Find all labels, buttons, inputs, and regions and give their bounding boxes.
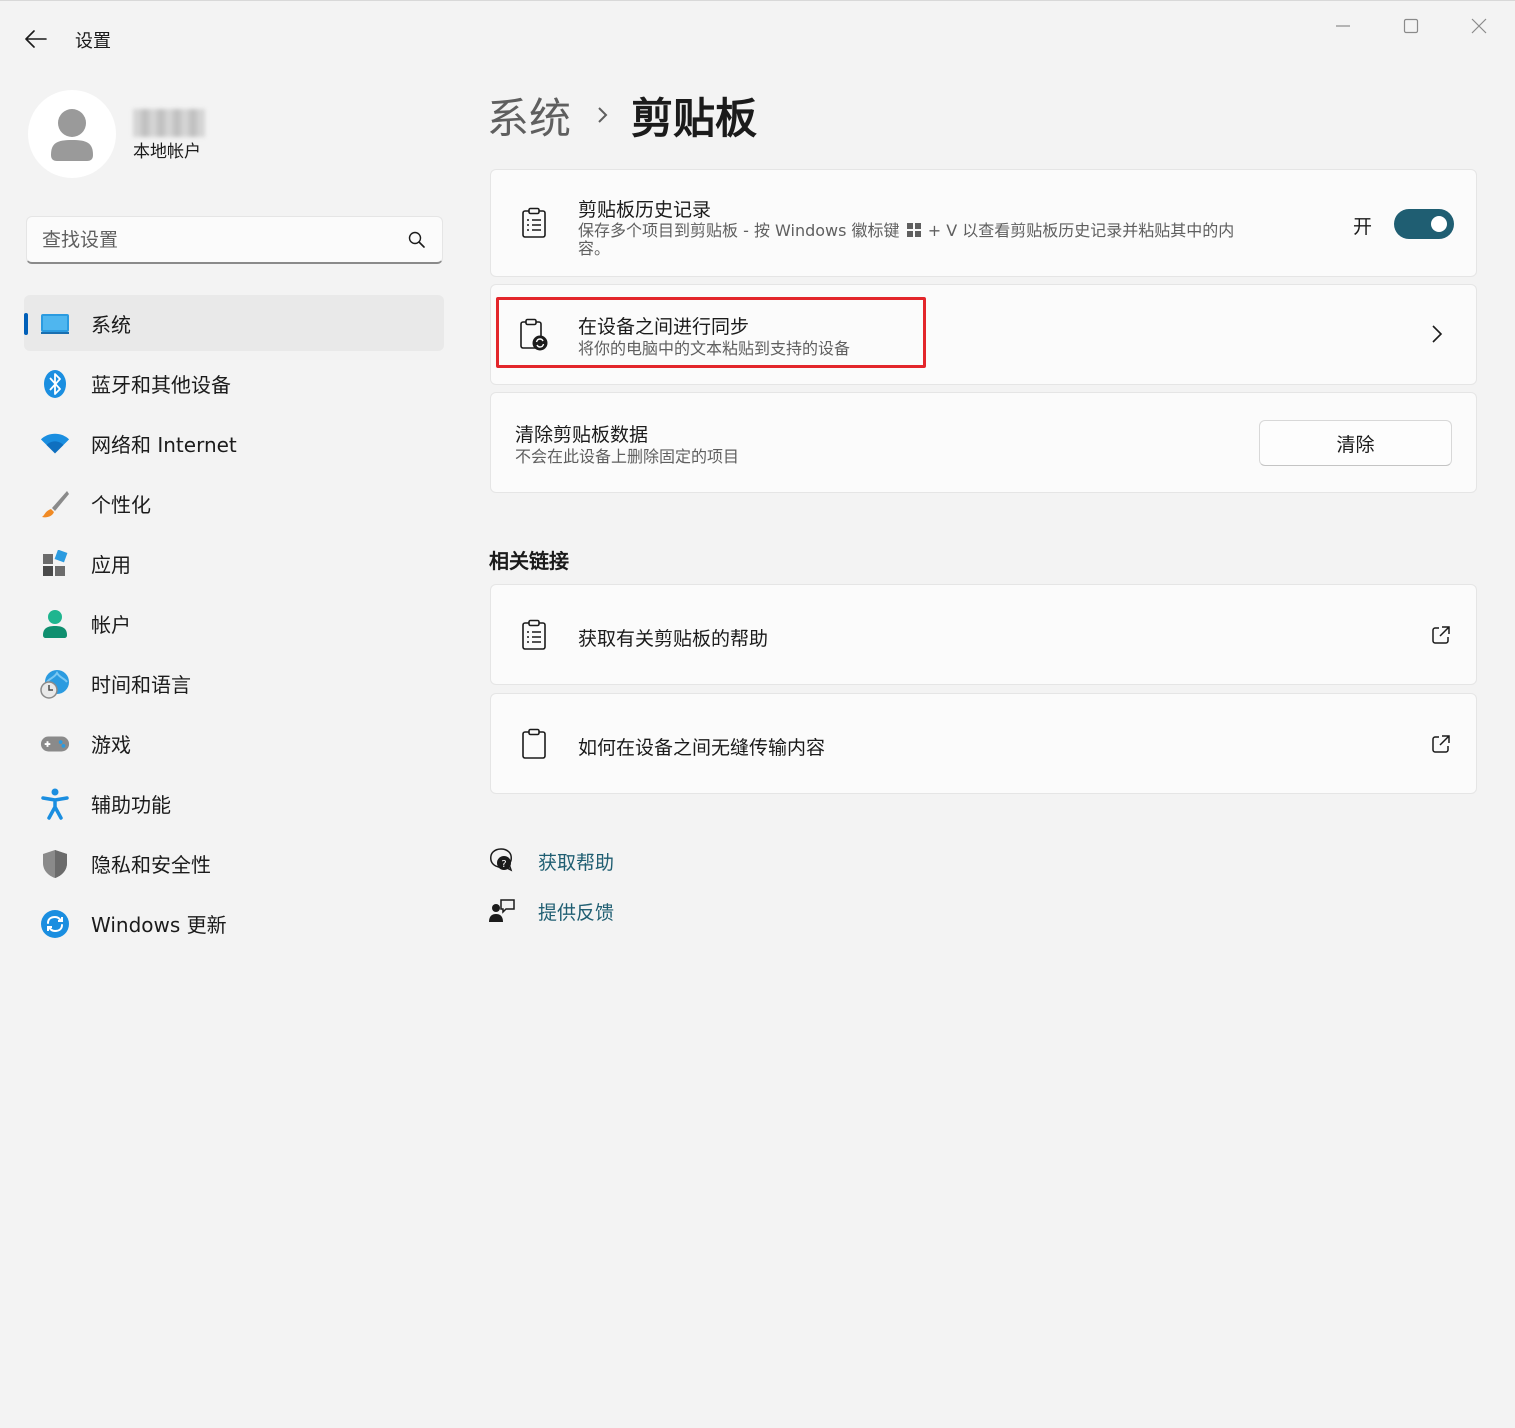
description-part-3: 容。 xyxy=(578,239,611,258)
windows-logo-icon xyxy=(906,223,921,237)
sidebar-item-privacy[interactable]: 隐私和安全性 xyxy=(24,835,444,891)
sidebar-item-label: 蓝牙和其他设备 xyxy=(91,372,231,397)
get-help-link[interactable]: ? 获取帮助 xyxy=(488,845,614,877)
bluetooth-icon xyxy=(40,369,70,399)
close-button[interactable] xyxy=(1456,11,1502,41)
sidebar-item-personalization[interactable]: 个性化 xyxy=(24,475,444,531)
sidebar-item-label: 应用 xyxy=(91,552,131,577)
maximize-icon xyxy=(1403,18,1419,34)
monitor-icon xyxy=(40,309,70,339)
maximize-button[interactable] xyxy=(1388,11,1434,41)
search-input[interactable] xyxy=(42,228,392,251)
breadcrumb: 系统 剪贴板 xyxy=(487,83,757,147)
related-links-heading: 相关链接 xyxy=(489,549,569,573)
account-icon xyxy=(40,609,70,639)
avatar[interactable] xyxy=(28,90,116,178)
breadcrumb-parent[interactable]: 系统 xyxy=(487,85,571,146)
search-icon[interactable] xyxy=(408,231,426,249)
help-chat-icon: ? xyxy=(488,847,516,875)
clipboard-history-toggle[interactable] xyxy=(1394,209,1454,239)
wifi-icon xyxy=(40,429,70,459)
arrow-left-icon xyxy=(25,30,47,48)
sidebar-item-apps[interactable]: 应用 xyxy=(24,535,444,591)
clipboard-history-card: 剪贴板历史记录 保存多个项目到剪贴板 - 按 Windows 徽标键 + V 以… xyxy=(490,169,1477,277)
sidebar-item-accessibility[interactable]: 辅助功能 xyxy=(24,775,444,831)
give-feedback-link[interactable]: 提供反馈 xyxy=(488,895,614,927)
back-button[interactable] xyxy=(18,23,54,55)
clipboard-list-icon xyxy=(519,619,549,651)
red-highlight-annotation xyxy=(496,297,926,368)
app-title: 设置 xyxy=(75,31,111,52)
active-indicator xyxy=(24,313,28,335)
related-link-clipboard-help[interactable]: 获取有关剪贴板的帮助 xyxy=(490,584,1477,685)
update-icon xyxy=(40,909,70,939)
sidebar-item-network[interactable]: 网络和 Internet xyxy=(24,415,444,471)
related-link-label: 如何在设备之间无缝传输内容 xyxy=(578,737,826,759)
clipboard-list-icon xyxy=(519,207,549,239)
clipboard-icon xyxy=(519,728,549,760)
sidebar-item-label: 帐户 xyxy=(91,612,131,637)
sidebar-item-label: 游戏 xyxy=(91,732,131,757)
sidebar-item-label: 网络和 Internet xyxy=(91,432,237,457)
get-help-label[interactable]: 获取帮助 xyxy=(538,848,614,875)
sidebar-item-time-language[interactable]: 时间和语言 xyxy=(24,655,444,711)
minimize-icon xyxy=(1336,25,1350,27)
paintbrush-icon xyxy=(40,489,70,519)
sidebar-item-label: 个性化 xyxy=(91,492,151,517)
svg-text:?: ? xyxy=(501,859,506,870)
clipboard-history-title: 剪贴板历史记录 xyxy=(578,199,712,221)
globe-clock-icon xyxy=(40,669,70,699)
accessibility-icon xyxy=(40,788,70,820)
clear-clipboard-title: 清除剪贴板数据 xyxy=(515,424,649,446)
settings-window: 设置 本地帐户 系统 xyxy=(0,0,1515,1428)
clear-button[interactable]: 清除 xyxy=(1259,420,1452,466)
description-part-1: 保存多个项目到剪贴板 - 按 Windows 徽标键 xyxy=(578,221,900,240)
sidebar-item-system[interactable]: 系统 xyxy=(24,295,444,351)
toggle-state-label: 开 xyxy=(1353,216,1373,238)
page-title: 剪贴板 xyxy=(631,93,758,143)
apps-icon xyxy=(40,549,70,579)
open-external-icon xyxy=(1432,626,1450,644)
clear-clipboard-description: 不会在此设备上删除固定的项目 xyxy=(515,447,740,466)
open-external-icon xyxy=(1432,735,1450,753)
gamepad-icon xyxy=(40,729,70,759)
sidebar-item-label: 系统 xyxy=(91,312,131,337)
minimize-button[interactable] xyxy=(1320,11,1366,41)
account-type: 本地帐户 xyxy=(133,142,201,162)
sync-devices-card[interactable]: 在设备之间进行同步 将你的电脑中的文本粘贴到支持的设备 xyxy=(490,284,1477,385)
user-name-redacted xyxy=(133,109,205,137)
user-avatar-icon xyxy=(51,109,93,161)
related-link-transfer-content[interactable]: 如何在设备之间无缝传输内容 xyxy=(490,693,1477,794)
chevron-right-icon xyxy=(597,105,609,125)
title-bar: 设置 xyxy=(0,1,1515,73)
shield-icon xyxy=(40,849,70,879)
sidebar-item-accounts[interactable]: 帐户 xyxy=(24,595,444,651)
sidebar-item-label: 隐私和安全性 xyxy=(91,852,211,877)
clipboard-history-description: 保存多个项目到剪贴板 - 按 Windows 徽标键 + V 以查看剪贴板历史记… xyxy=(578,222,1318,258)
sidebar-nav: 系统 蓝牙和其他设备 网络和 Internet 个性化 应用 帐户 时间和语言 … xyxy=(24,295,444,955)
toggle-knob xyxy=(1431,216,1447,232)
clear-clipboard-card: 清除剪贴板数据 不会在此设备上删除固定的项目 清除 xyxy=(490,392,1477,493)
sidebar-item-label: 时间和语言 xyxy=(91,672,191,697)
feedback-icon xyxy=(488,897,516,925)
give-feedback-label[interactable]: 提供反馈 xyxy=(538,898,614,925)
search-box[interactable] xyxy=(26,216,443,264)
related-link-label: 获取有关剪贴板的帮助 xyxy=(578,628,769,650)
description-part-2: + V 以查看剪贴板历史记录并粘贴其中的内 xyxy=(927,221,1235,240)
chevron-right-icon xyxy=(1432,325,1443,343)
sidebar-item-label: Windows 更新 xyxy=(91,912,227,937)
sidebar-item-label: 辅助功能 xyxy=(91,792,171,817)
sidebar-item-windows-update[interactable]: Windows 更新 xyxy=(24,895,444,951)
close-icon xyxy=(1471,18,1487,34)
sidebar-item-gaming[interactable]: 游戏 xyxy=(24,715,444,771)
sidebar-item-bluetooth[interactable]: 蓝牙和其他设备 xyxy=(24,355,444,411)
